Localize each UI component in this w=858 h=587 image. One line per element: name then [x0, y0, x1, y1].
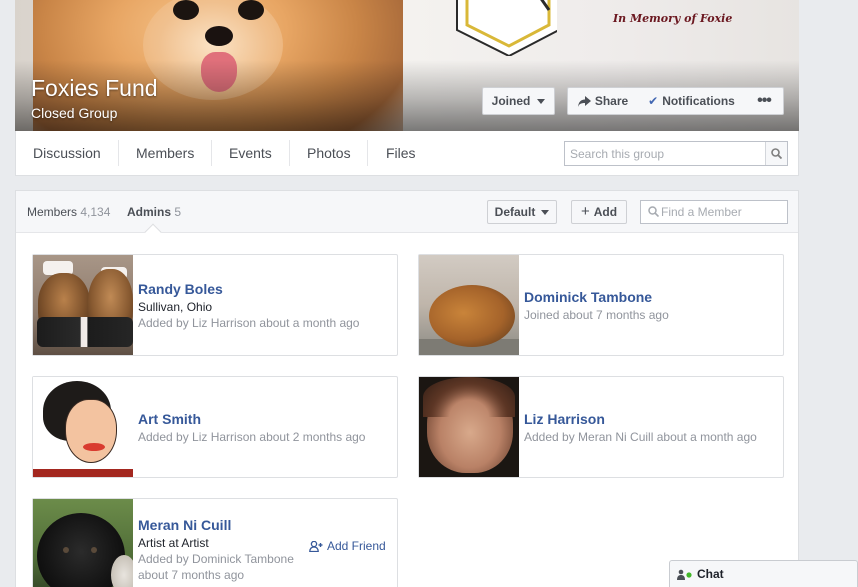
- joined-label: Joined: [491, 94, 531, 108]
- admin-card: Meran Ni Cuill Artist at Artist Added by…: [32, 498, 398, 587]
- profile-photo[interactable]: [33, 499, 133, 587]
- notifications-label: Notifications: [662, 94, 735, 108]
- search-icon: [648, 206, 659, 217]
- member-added-info: Added by Liz Harrison about 2 months ago: [138, 430, 366, 444]
- group-nav: Discussion Members Events Photos Files: [15, 131, 799, 176]
- member-added-info: Added by Liz Harrison about a month ago: [138, 316, 360, 330]
- members-count: 4,134: [80, 205, 111, 219]
- group-page: In Memory of Foxie Foxies Fund Closed Gr…: [15, 0, 799, 587]
- add-member-button[interactable]: + Add: [571, 200, 627, 224]
- joined-button[interactable]: Joined: [482, 87, 555, 115]
- add-friend-icon: [309, 540, 323, 552]
- notifications-button[interactable]: ✔ Notifications: [638, 87, 746, 115]
- more-options-button[interactable]: •••: [745, 87, 784, 115]
- admin-card: Liz Harrison Added by Meran Ni Cuill abo…: [418, 376, 784, 478]
- chat-people-icon: [677, 569, 692, 580]
- profile-photo[interactable]: [33, 377, 133, 477]
- members-panel: Members 4,134 Admins 5 Default + Add Fin…: [15, 190, 799, 587]
- share-button[interactable]: Share: [567, 87, 639, 115]
- profile-photo[interactable]: [419, 377, 519, 477]
- members-tab[interactable]: Members 4,134: [27, 205, 110, 219]
- find-member-box: [640, 200, 788, 224]
- member-location: Sullivan, Ohio: [138, 300, 213, 314]
- checkmark-icon: ✔: [648, 94, 659, 108]
- fund-logo-icon: [456, 0, 557, 56]
- tab-photos[interactable]: Photos: [307, 131, 351, 175]
- caret-down-icon: [541, 209, 550, 215]
- cover-photo: In Memory of Foxie Foxies Fund Closed Gr…: [15, 0, 799, 131]
- member-added-info: Added by Dominick Tambone: [138, 552, 294, 566]
- chat-bar[interactable]: Chat: [669, 560, 858, 587]
- admin-card: Randy Boles Sullivan, Ohio Added by Liz …: [32, 254, 398, 356]
- share-label: Share: [594, 94, 629, 108]
- member-name-link[interactable]: Meran Ni Cuill: [138, 517, 294, 533]
- group-search-input[interactable]: [565, 142, 761, 165]
- tab-files[interactable]: Files: [386, 131, 416, 175]
- member-work: Artist at Artist: [138, 536, 209, 550]
- caret-down-icon: [537, 98, 546, 104]
- admins-count: 5: [174, 205, 182, 219]
- cover-memory-text: In Memory of Foxie: [613, 12, 733, 25]
- add-friend-button[interactable]: Add Friend: [309, 539, 386, 553]
- member-name-link[interactable]: Liz Harrison: [524, 411, 757, 427]
- member-added-info: Added by Meran Ni Cuill about a month ag…: [524, 430, 757, 444]
- chat-label: Chat: [697, 567, 724, 581]
- profile-photo[interactable]: [419, 255, 519, 355]
- admin-card: Dominick Tambone Joined about 7 months a…: [418, 254, 784, 356]
- search-icon: [771, 148, 782, 159]
- tab-members[interactable]: Members: [136, 131, 194, 175]
- share-arrow-icon: [577, 95, 591, 107]
- member-name-link[interactable]: Art Smith: [138, 411, 365, 427]
- members-panel-header: Members 4,134 Admins 5 Default + Add: [16, 191, 798, 233]
- tab-discussion[interactable]: Discussion: [33, 131, 101, 175]
- member-name-link[interactable]: Dominick Tambone: [524, 289, 669, 305]
- group-name[interactable]: Foxies Fund: [31, 75, 158, 102]
- sort-dropdown[interactable]: Default: [487, 200, 557, 224]
- plus-icon: +: [580, 203, 590, 220]
- group-privacy: Closed Group: [31, 105, 118, 121]
- member-added-time: about 7 months ago: [138, 568, 245, 582]
- group-search-button[interactable]: [765, 142, 787, 165]
- member-name-link[interactable]: Randy Boles: [138, 281, 359, 297]
- admins-tab[interactable]: Admins 5: [127, 205, 181, 219]
- group-search-box: [564, 141, 788, 166]
- find-member-input[interactable]: [661, 201, 785, 223]
- tab-events[interactable]: Events: [229, 131, 272, 175]
- member-added-info: Joined about 7 months ago: [524, 308, 669, 322]
- admin-card: Art Smith Added by Liz Harrison about 2 …: [32, 376, 398, 478]
- profile-photo[interactable]: [33, 255, 133, 355]
